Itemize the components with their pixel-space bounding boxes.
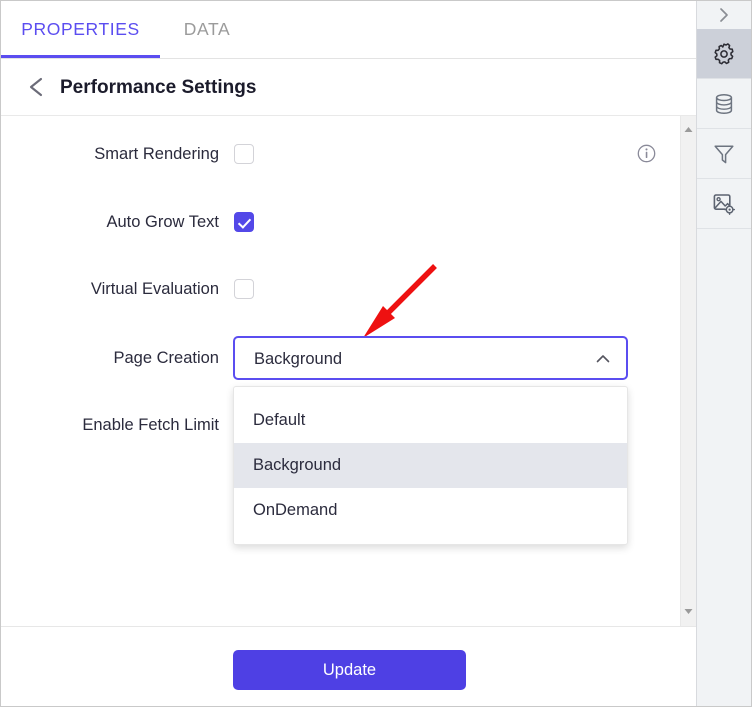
label-auto-grow-text: Auto Grow Text <box>106 213 220 231</box>
rail-item-image-settings[interactable] <box>697 179 751 229</box>
checkbox-auto-grow-text[interactable] <box>234 212 254 232</box>
app-window: PROPERTIES DATA Performance Settings Sma… <box>0 0 752 707</box>
image-settings-icon <box>711 191 737 217</box>
label-smart-rendering: Smart Rendering <box>94 145 219 163</box>
main-panel: PROPERTIES DATA Performance Settings Sma… <box>1 1 696 706</box>
option-default[interactable]: Default <box>234 398 627 443</box>
settings-form-body: Smart Rendering Auto Grow Text Virtual E… <box>1 116 680 626</box>
chevron-right-icon <box>715 6 733 24</box>
right-icon-rail <box>696 1 751 706</box>
chevron-up-icon[interactable] <box>594 350 612 368</box>
rail-item-filter[interactable] <box>697 129 751 179</box>
gear-icon <box>711 41 737 67</box>
label-enable-fetch-limit: Enable Fetch Limit <box>82 416 219 434</box>
option-background[interactable]: Background <box>234 443 627 488</box>
checkbox-virtual-evaluation[interactable] <box>234 279 254 299</box>
rail-item-settings[interactable] <box>697 29 751 79</box>
settings-form: Smart Rendering Auto Grow Text Virtual E… <box>1 116 696 626</box>
page-creation-select-value: Background <box>254 350 343 368</box>
page-title: Performance Settings <box>60 77 257 98</box>
form-row: Smart Rendering <box>1 137 680 171</box>
rail-item-expand-panel[interactable] <box>697 1 751 29</box>
footer: Update <box>1 626 696 706</box>
tab-bar: PROPERTIES DATA <box>1 1 696 59</box>
page-creation-select-wrap: Background Default Background OnDemand <box>233 336 628 545</box>
info-icon[interactable] <box>637 144 656 163</box>
filter-funnel-icon <box>711 141 737 167</box>
triangle-down-icon[interactable] <box>681 604 696 619</box>
page-creation-select[interactable]: Background <box>233 336 628 380</box>
label-virtual-evaluation: Virtual Evaluation <box>90 280 219 298</box>
tab-data[interactable]: DATA <box>160 1 254 58</box>
form-row: Virtual Evaluation <box>1 272 680 306</box>
triangle-up-icon[interactable] <box>681 122 696 137</box>
vertical-scrollbar[interactable] <box>680 116 696 626</box>
page-creation-option-list: Default Background OnDemand <box>233 386 628 545</box>
update-button[interactable]: Update <box>233 650 466 690</box>
scrollbar-thumb[interactable] <box>682 138 695 608</box>
database-icon <box>711 91 737 117</box>
option-ondemand[interactable]: OnDemand <box>234 488 627 533</box>
label-page-creation: Page Creation <box>113 349 220 367</box>
form-row: Auto Grow Text <box>1 205 680 239</box>
form-row: Page Creation Background Default Backgro… <box>1 336 680 545</box>
tab-properties[interactable]: PROPERTIES <box>1 1 160 58</box>
chevron-left-icon[interactable] <box>23 73 51 101</box>
checkbox-smart-rendering[interactable] <box>234 144 254 164</box>
rail-item-data-source[interactable] <box>697 79 751 129</box>
section-header: Performance Settings <box>1 59 696 116</box>
